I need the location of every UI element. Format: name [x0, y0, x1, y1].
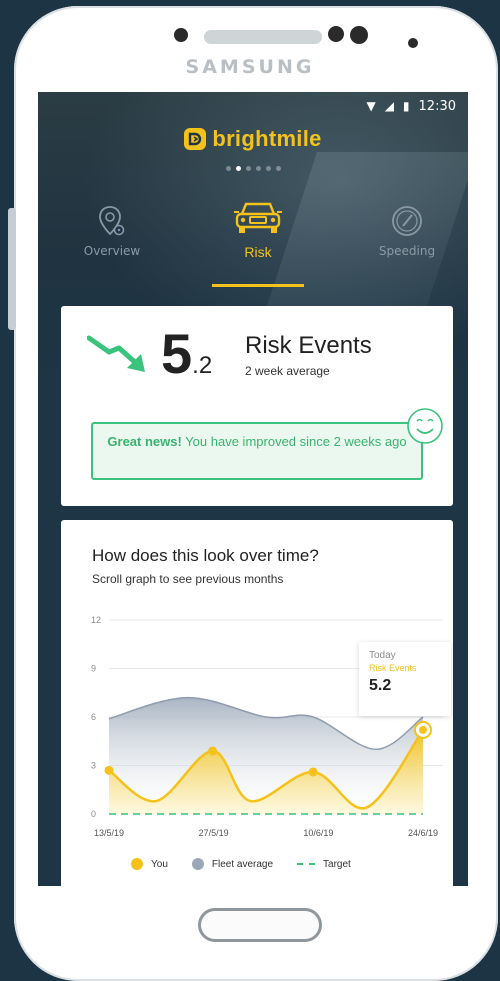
y-tick-label: 6 [91, 712, 96, 722]
legend-item-target[interactable]: Target [297, 859, 351, 870]
page-dot[interactable] [245, 166, 251, 171]
metric-subtitle: 2 week average [245, 364, 330, 378]
tab-label: Speeding [378, 244, 436, 258]
smiley-icon [407, 408, 443, 444]
tooltip-series: Risk Events [369, 663, 417, 673]
tab-speeding[interactable]: Speeding [352, 204, 462, 258]
chart-tooltip: Today Risk Events 5.2 [359, 642, 451, 716]
improvement-banner: Great news! You have improved since 2 we… [91, 422, 423, 480]
page-dot[interactable] [265, 166, 271, 171]
you-data-point [208, 746, 218, 756]
risk-value-integer: 5 [161, 322, 193, 385]
y-tick-label: 3 [91, 761, 96, 771]
sensor-icon [328, 26, 344, 42]
legend-label: Fleet average [211, 858, 274, 870]
tab-label: Risk [244, 244, 272, 260]
legend-label: You [151, 858, 168, 870]
signal-icon: ◢ [384, 99, 394, 113]
x-tick-label: 24/6/19 [408, 828, 438, 838]
tab-overview[interactable]: Overview [57, 204, 167, 258]
you-data-point [308, 767, 318, 777]
tooltip-value: 5.2 [369, 677, 392, 694]
risk-summary-card: 5.2 Risk Events 2 week average Great new… [61, 306, 453, 506]
x-tick-label: 13/5/19 [94, 828, 124, 838]
legend-item-fleet[interactable]: Fleet average [191, 858, 274, 870]
y-tick-label: 0 [91, 809, 96, 819]
brightmile-logo-icon [184, 128, 207, 150]
speaker-grille [204, 30, 322, 44]
y-tick-label: 9 [91, 664, 96, 674]
y-tick-label: 12 [91, 615, 101, 625]
banner-bold-text: Great news! [107, 434, 182, 449]
location-pin-icon [99, 206, 125, 236]
sensor-icon [408, 38, 418, 48]
volume-button [8, 208, 16, 330]
tooltip-label: Today [369, 650, 396, 661]
status-time: 12:30 [418, 98, 456, 114]
front-camera-icon [174, 28, 188, 42]
legend-item-you[interactable]: You [131, 858, 168, 870]
risk-value: 5.2 [161, 324, 212, 396]
speedometer-icon [392, 206, 422, 236]
legend-swatch [131, 858, 143, 870]
legend-swatch [191, 858, 204, 870]
page-indicator [38, 166, 468, 171]
page-dot[interactable] [225, 166, 231, 171]
legend-label: Target [323, 858, 351, 870]
tab-risk[interactable]: Risk [203, 198, 313, 260]
chart-legend: You Fleet average Target [131, 858, 365, 870]
trend-chart-card: How does this look over time? Scroll gra… [61, 520, 453, 886]
active-tab-indicator [212, 284, 304, 287]
car-icon [234, 202, 282, 233]
legend-swatch [297, 863, 316, 865]
app-screen: ▼ ◢ ▮ 12:30 brightmile Overview Risk Spe… [38, 92, 468, 886]
page-dot[interactable] [275, 166, 281, 171]
x-tick-label: 10/6/19 [303, 828, 333, 838]
metric-title: Risk Events [245, 332, 372, 359]
you-data-point [104, 765, 114, 775]
tab-label: Overview [83, 244, 141, 258]
banner-text: You have improved since 2 weeks ago [181, 434, 407, 449]
page-dot[interactable] [255, 166, 261, 171]
device-brand: SAMSUNG [185, 56, 315, 78]
selected-data-point-core [419, 725, 427, 734]
sensor-icon [350, 26, 368, 44]
wifi-icon: ▼ [366, 99, 376, 113]
status-bar: ▼ ◢ ▮ 12:30 [366, 96, 456, 116]
logo-text: brightmile [212, 126, 322, 151]
risk-value-decimal: .2 [192, 352, 213, 379]
app-logo: brightmile [38, 126, 468, 152]
x-tick-label: 27/5/19 [199, 828, 229, 838]
page-dot-active[interactable] [235, 166, 241, 171]
home-button[interactable] [198, 908, 322, 942]
battery-icon: ▮ [402, 99, 410, 113]
trend-down-arrow-icon [87, 335, 145, 372]
